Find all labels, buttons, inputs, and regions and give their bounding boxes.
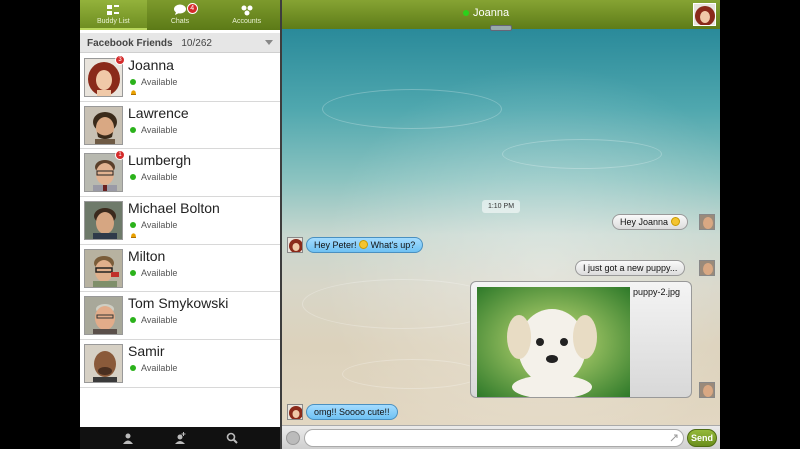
puppy-image[interactable] xyxy=(477,287,630,397)
send-button[interactable]: Send xyxy=(687,429,717,447)
buddy-status: Available xyxy=(130,172,177,182)
collapse-arrow-icon[interactable] xyxy=(265,40,273,45)
tab-bar: Buddy List 4 Chats Accounts xyxy=(80,0,280,30)
buddy-name: Joanna xyxy=(128,57,174,73)
buddy-name: Samir xyxy=(128,343,165,360)
image-filename: puppy-2.jpg xyxy=(633,287,681,297)
tab-chats[interactable]: 4 Chats xyxy=(147,0,214,30)
buddy-item-michael-bolton[interactable]: Michael Bolton Available xyxy=(80,197,280,245)
buddy-group-header[interactable]: Facebook Friends 10/262 xyxy=(80,33,280,53)
buddy-item-lawrence[interactable]: Lawrence Available xyxy=(80,101,280,150)
buddy-status: Available xyxy=(130,125,177,135)
bell-icon xyxy=(131,90,136,95)
avatar xyxy=(84,105,123,145)
buddy-item-samir[interactable]: Samir Available xyxy=(80,340,280,388)
contact-avatar-small xyxy=(287,404,303,420)
emoji-icon[interactable] xyxy=(286,431,300,445)
chats-badge: 4 xyxy=(186,3,198,14)
add-person-icon[interactable] xyxy=(174,432,186,444)
online-dot-icon xyxy=(130,222,136,229)
buddy-name: Milton xyxy=(128,247,166,264)
buddy-status: Available xyxy=(130,315,177,325)
contact-avatar[interactable] xyxy=(693,3,716,26)
group-title: Facebook Friends xyxy=(87,38,173,49)
tab-accounts[interactable]: Accounts xyxy=(213,0,280,30)
online-dot-icon xyxy=(130,269,136,276)
buddy-item-milton[interactable]: Milton Available xyxy=(80,244,280,293)
outgoing-message[interactable]: Hey Joanna xyxy=(612,214,688,230)
chats-icon xyxy=(174,4,186,15)
message-input[interactable] xyxy=(304,429,684,447)
contact-avatar-small xyxy=(287,237,303,253)
outgoing-message[interactable]: I just got a new puppy... xyxy=(575,260,686,276)
buddy-name: Lumbergh xyxy=(128,152,192,169)
buddy-item-lumbergh[interactable]: 1 Lumbergh Available xyxy=(80,149,280,198)
buddy-status: Available xyxy=(130,268,177,278)
smiley-icon xyxy=(359,240,369,249)
buddy-list-icon xyxy=(107,5,120,15)
message-timestamp: 1:10 PM xyxy=(482,200,520,213)
online-dot-icon xyxy=(463,10,469,16)
search-icon[interactable] xyxy=(226,432,238,444)
smiley-icon xyxy=(670,217,680,226)
avatar xyxy=(84,201,123,241)
my-avatar xyxy=(699,214,715,230)
avatar xyxy=(84,344,123,384)
buddy-name: Tom Smykowski xyxy=(128,295,229,312)
unread-badge: 3 xyxy=(115,55,125,65)
buddy-pane: Buddy List 4 Chats Accounts Facebook Fri… xyxy=(80,0,280,449)
my-avatar xyxy=(699,260,715,276)
tab-buddy-list[interactable]: Buddy List xyxy=(80,0,147,30)
buddy-name: Michael Bolton xyxy=(128,200,220,217)
online-dot-icon xyxy=(130,365,136,372)
incoming-message[interactable]: Hey Peter! What's up? xyxy=(306,237,424,253)
drag-handle[interactable] xyxy=(490,25,512,31)
expand-icon[interactable] xyxy=(670,434,678,442)
tab-label: Buddy List xyxy=(96,18,130,25)
buddy-name: Lawrence xyxy=(128,104,189,121)
chat-pane: Joanna 1:10 PM Hey Joanna Hey Peter! Wha… xyxy=(282,0,720,449)
group-count: 10/262 xyxy=(181,38,212,49)
unread-badge: 1 xyxy=(115,150,125,161)
buddy-status: Available xyxy=(130,220,177,230)
online-dot-icon xyxy=(130,79,136,85)
avatar xyxy=(84,248,123,288)
online-dot-icon xyxy=(130,126,136,133)
avatar xyxy=(84,296,123,336)
my-avatar xyxy=(699,382,715,398)
bottom-toolbar xyxy=(80,427,280,449)
bell-icon xyxy=(131,233,136,239)
accounts-icon xyxy=(241,5,253,16)
online-dot-icon xyxy=(130,174,136,181)
chat-header: Joanna xyxy=(282,0,720,31)
incoming-message[interactable]: omg!! Soooo cute!! xyxy=(306,404,398,420)
buddy-list: 3 Joanna Available Lawrence Available 1 … xyxy=(80,54,280,388)
person-icon[interactable] xyxy=(122,432,134,444)
buddy-status: Available xyxy=(130,363,177,373)
online-dot-icon xyxy=(130,317,136,324)
chat-title: Joanna xyxy=(473,7,510,19)
tab-label: Accounts xyxy=(232,18,262,25)
compose-bar: Send xyxy=(282,425,720,449)
buddy-item-tom-smykowski[interactable]: Tom Smykowski Available xyxy=(80,292,280,341)
tab-label: Chats xyxy=(170,18,190,25)
buddy-item-joanna[interactable]: 3 Joanna Available xyxy=(80,54,280,102)
app-window: Buddy List 4 Chats Accounts Facebook Fri… xyxy=(80,0,720,449)
buddy-status: Available xyxy=(130,77,177,87)
image-message[interactable]: puppy-2.jpg xyxy=(470,281,692,398)
